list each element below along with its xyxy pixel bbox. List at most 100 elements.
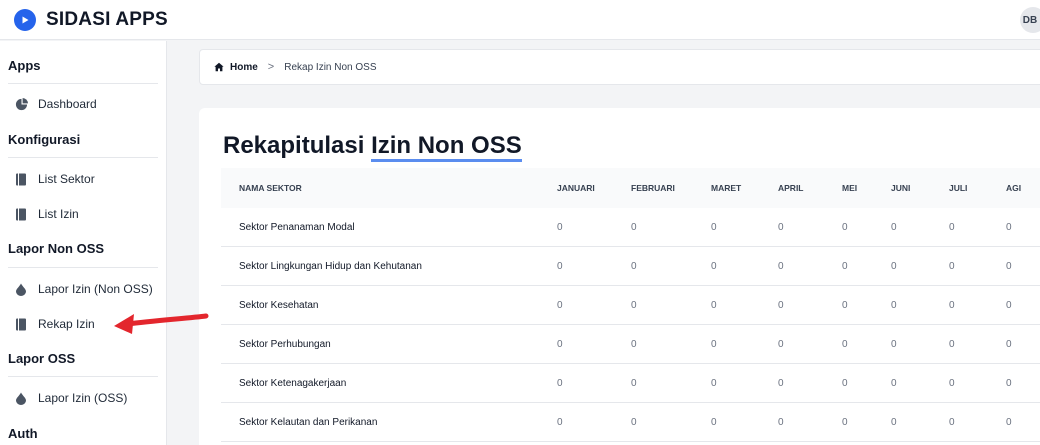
sector-name-cell: Sektor Kelautan dan Perikanan [239,416,378,428]
column-header[interactable]: JULI [949,168,967,208]
app-name: SIDASI APPS [46,8,168,30]
sector-name-cell: Sektor Lingkungan Hidup dan Kehutanan [239,260,422,272]
month-value-cell: 0 [557,221,563,233]
month-value-cell: 0 [891,338,897,350]
sidebar-item-list-izin[interactable]: List Izin [14,207,79,221]
month-value-cell: 0 [778,338,784,350]
column-header[interactable]: JUNI [891,168,910,208]
breadcrumb: Home > Rekap Izin Non OSS [199,49,1040,85]
month-value-cell: 0 [711,260,717,272]
month-value-cell: 0 [1006,416,1012,428]
month-value-cell: 0 [711,416,717,428]
sidebar-item-label: Lapor Izin (OSS) [38,391,128,405]
month-value-cell: 0 [631,221,637,233]
divider [8,267,158,268]
month-value-cell: 0 [842,416,848,428]
month-value-cell: 0 [778,260,784,272]
content-card: Rekapitulasi Izin Non OSS NAMA SEKTOR JAN… [199,108,1040,445]
sidebar-item-lapor-izin-non-oss[interactable]: Lapor Izin (Non OSS) [14,282,153,296]
breadcrumb-current: Rekap Izin Non OSS [284,61,377,73]
month-value-cell: 0 [891,260,897,272]
page-title-prefix: Rekapitulasi [223,132,372,159]
sidebar-section-lapor-oss: Lapor OSS [8,351,76,366]
divider [8,157,158,158]
sidebar-item-label: List Izin [38,207,79,221]
page-title: Rekapitulasi Izin Non OSS [223,132,522,162]
month-value-cell: 0 [949,338,955,350]
month-value-cell: 0 [949,221,955,233]
drop-icon [14,391,28,405]
month-value-cell: 0 [557,338,563,350]
month-value-cell: 0 [778,377,784,389]
book-icon [14,207,28,221]
home-icon [214,62,224,72]
table-header: NAMA SEKTOR JANUARI FEBRUARI MARET APRIL MEI J… [221,168,1040,208]
sidebar-section-auth: Auth [8,426,38,441]
breadcrumb-home-label: Home [230,61,258,73]
month-value-cell: 0 [631,416,637,428]
sidebar-item-list-sektor[interactable]: List Sektor [14,172,95,186]
top-bar: SIDASI APPS DB [0,0,1040,40]
month-value-cell: 0 [778,221,784,233]
month-value-cell: 0 [711,221,717,233]
column-header[interactable]: JANUARI [557,168,595,208]
month-value-cell: 0 [557,377,563,389]
month-value-cell: 0 [557,260,563,272]
column-header[interactable]: NAMA SEKTOR [239,168,302,208]
sector-name-cell: Sektor Perhubungan [239,338,331,350]
breadcrumb-home[interactable]: Home [214,62,258,73]
month-value-cell: 0 [842,299,848,311]
sidebar-section-lapor-non-oss: Lapor Non OSS [8,241,105,256]
column-header[interactable]: FEBRUARI [631,168,675,208]
annotation-arrow-icon [114,313,209,334]
table-row: Sektor Penanaman Modal 0 0 0 0 0 0 0 0 [221,208,1040,247]
month-value-cell: 0 [631,299,637,311]
month-value-cell: 0 [557,416,563,428]
month-value-cell: 0 [1006,299,1012,311]
month-value-cell: 0 [711,299,717,311]
brand[interactable]: SIDASI APPS [14,8,168,31]
sector-name-cell: Sektor Kesehatan [239,299,319,311]
sidebar-item-rekap-izin[interactable]: Rekap Izin [14,317,95,331]
table-row: Sektor Perhubungan 0 0 0 0 0 0 0 0 [221,325,1040,364]
month-value-cell: 0 [631,338,637,350]
month-value-cell: 0 [778,299,784,311]
sidebar-item-label: Rekap Izin [38,317,95,331]
sidebar-section-konfigurasi: Konfigurasi [8,132,81,147]
month-value-cell: 0 [842,338,848,350]
month-value-cell: 0 [891,416,897,428]
month-value-cell: 0 [842,221,848,233]
column-header[interactable]: APRIL [778,168,804,208]
sector-name-cell: Sektor Penanaman Modal [239,221,355,233]
month-value-cell: 0 [949,377,955,389]
table-row: Sektor Lingkungan Hidup dan Kehutanan 0 0 0… [221,247,1040,286]
pie-chart-icon [14,97,28,111]
month-value-cell: 0 [891,299,897,311]
month-value-cell: 0 [891,377,897,389]
month-value-cell: 0 [631,260,637,272]
column-header[interactable]: MARET [711,168,741,208]
sidebar: Apps Dashboard Konfigurasi List Sektor L… [0,41,167,445]
book-icon [14,172,28,186]
column-header[interactable]: MEI [842,168,857,208]
recap-table: NAMA SEKTOR JANUARI FEBRUARI MARET APRIL MEI J… [221,168,1040,442]
sidebar-item-lapor-izin-oss[interactable]: Lapor Izin (OSS) [14,391,127,405]
month-value-cell: 0 [1006,377,1012,389]
month-value-cell: 0 [949,260,955,272]
column-header[interactable]: AGI [1006,168,1021,208]
sidebar-item-label: Dashboard [38,97,97,111]
sidebar-item-dashboard[interactable]: Dashboard [14,97,97,111]
month-value-cell: 0 [1006,221,1012,233]
drop-icon [14,282,28,296]
month-value-cell: 0 [1006,338,1012,350]
month-value-cell: 0 [711,338,717,350]
month-value-cell: 0 [949,299,955,311]
divider [8,376,158,377]
divider [8,83,158,84]
table-row: Sektor Ketenagakerjaan 0 0 0 0 0 0 0 0 [221,364,1040,403]
month-value-cell: 0 [1006,260,1012,272]
table-row: Sektor Kelautan dan Perikanan 0 0 0 0 0 0 0 0 [221,403,1040,442]
table-row: Sektor Kesehatan 0 0 0 0 0 0 0 0 [221,286,1040,325]
user-avatar[interactable]: DB [1020,7,1040,33]
sector-name-cell: Sektor Ketenagakerjaan [239,377,347,389]
